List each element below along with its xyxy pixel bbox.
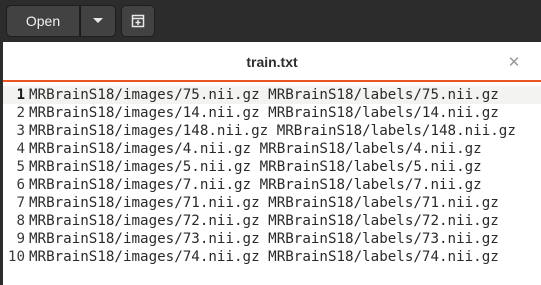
line-number: 6 [16,177,25,193]
line-number: 3 [16,123,25,139]
text-line[interactable]: 3 MRBrainS18/images/148.nii.gz MRBrainS18… [3,122,541,140]
line-number: 9 [16,231,25,247]
text-editor[interactable]: 1 MRBrainS18/images/75.nii.gz MRBrainS18/… [3,82,541,285]
editor-window: train.txt ✕ 1 MRBrainS18/images/75.nii.gz… [3,42,541,285]
tab-title[interactable]: train.txt [3,42,541,82]
open-button[interactable]: Open [6,5,80,37]
text-line[interactable]: 9 MRBrainS18/images/73.nii.gz MRBrainS18/… [3,230,541,248]
line-number: 4 [16,141,25,157]
open-menu-button[interactable] [80,5,116,37]
new-document-icon [131,14,145,28]
open-button-group: Open [6,5,116,37]
line-text[interactable]: MRBrainS18/images/5.nii.gz MRBrainS18/la… [25,158,482,176]
text-line[interactable]: 8 MRBrainS18/images/72.nii.gz MRBrainS18/… [3,212,541,230]
chevron-down-icon [93,18,103,23]
new-document-button[interactable] [121,5,155,37]
close-icon[interactable]: ✕ [505,53,523,71]
text-line[interactable]: 7 MRBrainS18/images/71.nii.gz MRBrainS18/… [3,194,541,212]
line-text[interactable]: MRBrainS18/images/7.nii.gz MRBrainS18/la… [25,176,482,194]
line-text[interactable]: MRBrainS18/images/4.nii.gz MRBrainS18/la… [25,140,482,158]
tab-bar: train.txt ✕ [3,42,541,82]
text-line[interactable]: 6 MRBrainS18/images/7.nii.gz MRBrainS18/l… [3,176,541,194]
text-line[interactable]: 5 MRBrainS18/images/5.nii.gz MRBrainS18/l… [3,158,541,176]
line-number: 8 [16,213,25,229]
line-number: 1 [16,87,25,103]
line-text[interactable]: MRBrainS18/images/72.nii.gz MRBrainS18/l… [25,212,499,230]
line-text[interactable]: MRBrainS18/images/71.nii.gz MRBrainS18/l… [25,194,499,212]
header-bar: Open [0,0,541,42]
line-number: 7 [16,195,25,211]
line-number: 5 [16,159,25,175]
text-line[interactable]: 1 MRBrainS18/images/75.nii.gz MRBrainS18/… [3,86,541,104]
line-number: 10 [7,249,25,265]
text-line[interactable]: 4 MRBrainS18/images/4.nii.gz MRBrainS18/l… [3,140,541,158]
line-text[interactable]: MRBrainS18/images/14.nii.gz MRBrainS18/l… [25,104,499,122]
line-number: 2 [16,105,25,121]
line-text[interactable]: MRBrainS18/images/73.nii.gz MRBrainS18/l… [25,230,499,248]
text-line[interactable]: 2 MRBrainS18/images/14.nii.gz MRBrainS18/… [3,104,541,122]
line-text[interactable]: MRBrainS18/images/148.nii.gz MRBrainS18/… [25,122,516,140]
line-text[interactable]: MRBrainS18/images/75.nii.gz MRBrainS18/l… [25,86,499,104]
line-text[interactable]: MRBrainS18/images/74.nii.gz MRBrainS18/l… [25,248,499,266]
text-line[interactable]: 10 MRBrainS18/images/74.nii.gz MRBrainS18… [3,248,541,266]
